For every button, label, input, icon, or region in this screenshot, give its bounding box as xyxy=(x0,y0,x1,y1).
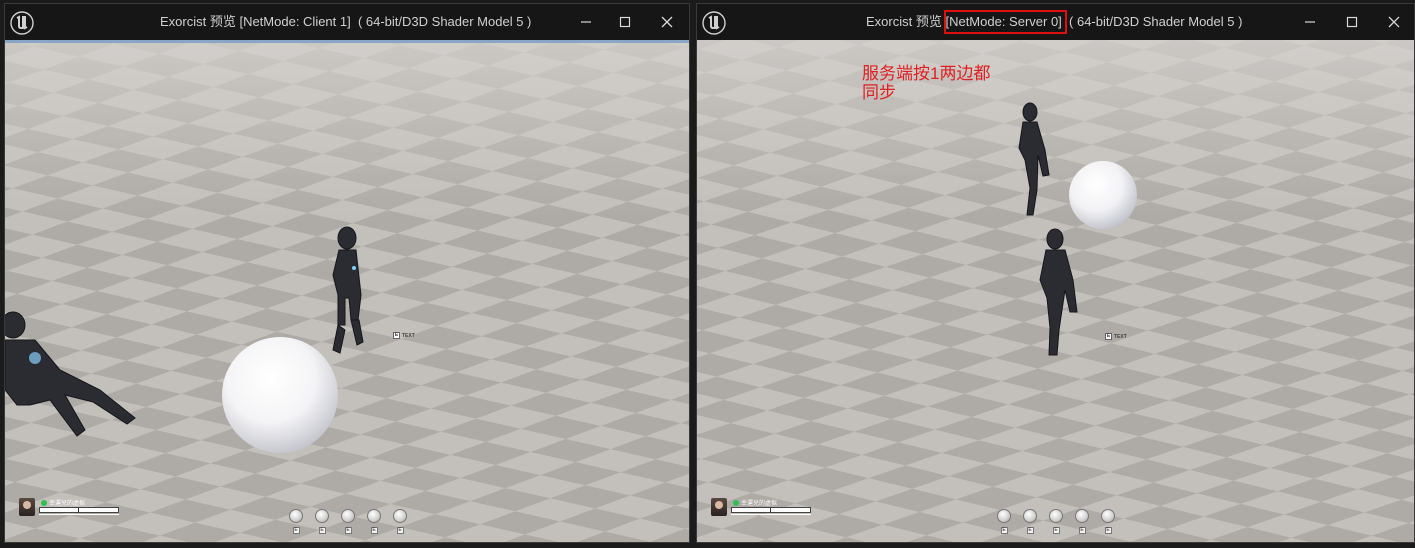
server-player-name-text: 幸運兒的虚拟 xyxy=(741,501,778,507)
client-player-name-text: 幸運兒的虚拟 xyxy=(49,501,86,507)
health-bar-tick xyxy=(78,508,79,512)
server-player-avatar xyxy=(711,498,727,516)
health-bar-tick xyxy=(770,508,771,512)
skill-shield-icon xyxy=(289,509,303,523)
server-close-button[interactable] xyxy=(1379,8,1409,36)
client-player-name: 幸運兒的虚拟 xyxy=(41,498,85,507)
skill-potion-icon xyxy=(1101,509,1115,523)
skill-key-label: E xyxy=(1052,527,1060,534)
client-skill-bar: E E E E E xyxy=(289,509,407,534)
client-skill-5[interactable]: E xyxy=(393,509,407,534)
server-netmode-highlight: NetMode: Server 0] xyxy=(944,10,1067,34)
server-sync-annotation: 服务端按1两边都 同步 xyxy=(862,64,991,102)
skill-key-label: E xyxy=(1078,527,1086,534)
server-skill-5[interactable]: E xyxy=(1101,509,1115,534)
server-skill-4[interactable]: E xyxy=(1075,509,1089,534)
client-player-hud: 幸運兒的虚拟 xyxy=(19,498,129,520)
client-preview-window: Exorcist 预览 [NetMode: Client 1] ( 64-bit… xyxy=(4,3,690,543)
server-mana-bar xyxy=(731,514,811,515)
skill-key-label: E xyxy=(318,527,326,534)
skill-key-label: E xyxy=(344,527,352,534)
skill-key-label: E xyxy=(292,527,300,534)
skill-figure-icon xyxy=(341,509,355,523)
server-text-marker-box: E xyxy=(1105,333,1112,340)
client-skill-4[interactable]: E xyxy=(367,509,381,534)
server-text-marker-label: TEXT xyxy=(1114,333,1127,340)
client-title-text: Exorcist 预览 [NetMode: Client 1] ( 64-bit… xyxy=(160,14,532,29)
client-player-avatar xyxy=(19,498,35,516)
server-window-title: Exorcist 预览 [NetMode: Server 0] ( 64-bit… xyxy=(866,10,1243,34)
skill-mask-icon xyxy=(367,509,381,523)
skill-mask-icon xyxy=(1075,509,1089,523)
client-text-marker-label: TEXT xyxy=(402,332,415,339)
skill-sword-icon xyxy=(1023,509,1037,523)
client-window-title: Exorcist 预览 [NetMode: Client 1] ( 64-bit… xyxy=(160,15,531,29)
server-health-bar xyxy=(731,507,811,513)
skill-key-label: E xyxy=(1104,527,1112,534)
close-icon xyxy=(661,16,673,28)
client-maximize-button[interactable] xyxy=(610,8,640,36)
server-player-name: 幸運兒的虚拟 xyxy=(733,498,777,507)
skill-key-label: E xyxy=(1000,527,1008,534)
online-dot-icon xyxy=(733,499,739,506)
server-game-viewport[interactable]: 服务端按1两边都 同步 E TEXT 幸運兒的虚拟 E E E E E xyxy=(697,40,1414,542)
client-floor-scene xyxy=(5,40,689,542)
server-skill-3[interactable]: E xyxy=(1049,509,1063,534)
client-text-marker: E TEXT xyxy=(393,332,415,339)
maximize-icon xyxy=(1346,16,1358,28)
client-text-marker-box: E xyxy=(393,332,400,339)
client-skill-3[interactable]: E xyxy=(341,509,355,534)
server-title-suffix: ( 64-bit/D3D Shader Model 5 ) xyxy=(1061,14,1243,29)
server-title-prefix: Exorcist 预览 [ xyxy=(866,14,950,29)
server-skill-2[interactable]: E xyxy=(1023,509,1037,534)
client-title-bar[interactable]: Exorcist 预览 [NetMode: Client 1] ( 64-bit… xyxy=(5,4,689,40)
close-icon xyxy=(1388,16,1400,28)
client-skill-2[interactable]: E xyxy=(315,509,329,534)
server-minimize-button[interactable] xyxy=(1295,8,1325,36)
skill-shield-icon xyxy=(997,509,1011,523)
unreal-logo-icon xyxy=(10,11,34,35)
minimize-icon xyxy=(581,21,591,23)
skill-key-label: E xyxy=(1026,527,1034,534)
minimize-icon xyxy=(1305,21,1315,23)
client-close-button[interactable] xyxy=(652,8,682,36)
server-title-bar[interactable]: Exorcist 预览 [NetMode: Server 0] ( 64-bit… xyxy=(697,4,1414,40)
maximize-icon xyxy=(619,16,631,28)
server-floor-scene xyxy=(697,40,1414,542)
server-player-hud: 幸運兒的虚拟 xyxy=(711,498,821,520)
skill-sword-icon xyxy=(315,509,329,523)
server-skill-bar: E E E E E xyxy=(997,509,1115,534)
client-health-bar xyxy=(39,507,119,513)
unreal-logo-icon xyxy=(702,11,726,35)
server-maximize-button[interactable] xyxy=(1337,8,1367,36)
server-preview-window: Exorcist 预览 [NetMode: Server 0] ( 64-bit… xyxy=(696,3,1415,543)
skill-key-label: E xyxy=(396,527,404,534)
skill-potion-icon xyxy=(393,509,407,523)
client-minimize-button[interactable] xyxy=(571,8,601,36)
client-mana-bar xyxy=(39,514,119,515)
server-skill-1[interactable]: E xyxy=(997,509,1011,534)
online-dot-icon xyxy=(41,499,47,506)
skill-figure-icon xyxy=(1049,509,1063,523)
client-game-viewport[interactable]: E TEXT 幸運兒的虚拟 E E E E E xyxy=(5,40,689,542)
client-skill-1[interactable]: E xyxy=(289,509,303,534)
skill-key-label: E xyxy=(370,527,378,534)
server-text-marker: E TEXT xyxy=(1105,333,1127,340)
